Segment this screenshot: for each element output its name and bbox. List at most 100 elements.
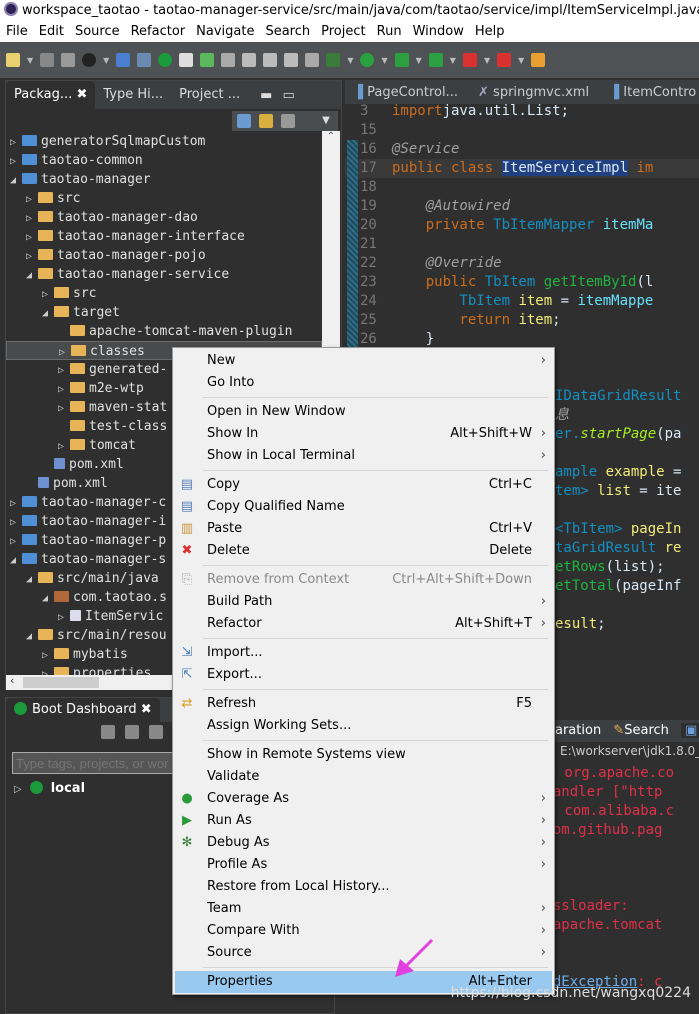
expand-arrow-icon[interactable]: ▷: [10, 152, 22, 171]
tab-boot-dashboard[interactable]: Boot Dashboard ✖: [6, 698, 160, 722]
expand-arrow-icon[interactable]: ◢: [10, 551, 22, 570]
expand-arrow-icon[interactable]: ◢: [42, 589, 54, 608]
menu-item-debug-as[interactable]: ✻ Debug As ›: [175, 832, 552, 854]
editor-tab[interactable]: ▐ ItemContro: [601, 85, 699, 100]
tree-item[interactable]: ▷ src: [6, 189, 322, 208]
tree-item[interactable]: apache-tomcat-maven-plugin: [6, 322, 322, 341]
editor-tab[interactable]: ✗ springmvc.xml: [470, 85, 601, 100]
menu-item-open-in-new-window[interactable]: Open in New Window: [175, 401, 552, 423]
view-menu-icon[interactable]: ▼: [314, 111, 338, 131]
menu-item-restore-from-local-history[interactable]: Restore from Local History...: [175, 876, 552, 898]
save-icon[interactable]: [40, 53, 55, 67]
tab-type-hierarchy[interactable]: Type Hi...: [95, 81, 171, 109]
expand-arrow-icon[interactable]: ◢: [26, 570, 38, 589]
compare-icon[interactable]: [284, 53, 299, 67]
expand-arrow-icon[interactable]: ▷: [10, 513, 22, 532]
dropdown-arrow-icon[interactable]: ▼: [381, 56, 387, 65]
menu-item-build-path[interactable]: Build Path ›: [175, 591, 552, 613]
expand-arrow-icon[interactable]: ◢: [26, 266, 38, 285]
local-target[interactable]: ▷ local: [14, 780, 85, 799]
expand-arrow-icon[interactable]: ▷: [10, 494, 22, 513]
expand-arrow-icon[interactable]: ▷: [58, 399, 70, 418]
menu-item-refresh[interactable]: ⇄ Refresh F5: [175, 693, 552, 715]
expand-arrow-icon[interactable]: ▷: [42, 285, 54, 304]
annotation-icon[interactable]: [221, 53, 236, 67]
menu-item-compare-with[interactable]: Compare With ›: [175, 920, 552, 942]
expand-arrow-icon[interactable]: ◢: [26, 627, 38, 646]
run-icon[interactable]: [360, 53, 375, 67]
menu-item-profile-as[interactable]: Profile As ›: [175, 854, 552, 876]
tree-item[interactable]: ▷ taotao-manager-pojo: [6, 246, 322, 265]
git-icon[interactable]: [263, 53, 278, 67]
console-icon[interactable]: [116, 53, 131, 67]
start-icon[interactable]: [101, 725, 115, 739]
tree-item[interactable]: ▷ src: [6, 284, 322, 303]
menu-item-show-in[interactable]: Show In Alt+Shift+W ›: [175, 423, 552, 445]
new-icon[interactable]: [6, 53, 20, 67]
menu-item-export[interactable]: ⇱ Export...: [175, 664, 552, 686]
checklist-icon[interactable]: [179, 53, 194, 67]
menu-item-go-into[interactable]: Go Into: [175, 372, 552, 394]
dropdown-arrow-icon[interactable]: ▼: [27, 56, 33, 65]
menu-item-copy-qualified-name[interactable]: ▤ Copy Qualified Name: [175, 496, 552, 518]
menu-item-remove-from-context[interactable]: ⎘ Remove from Context Ctrl+Alt+Shift+Down: [175, 569, 552, 591]
dropdown-arrow-icon[interactable]: ▼: [347, 56, 353, 65]
stop-ext-icon[interactable]: [497, 53, 512, 67]
dropdown-arrow-icon[interactable]: ▼: [450, 56, 456, 65]
marker-icon[interactable]: [242, 53, 257, 67]
tab-package-explorer[interactable]: Packag... ✖: [6, 81, 96, 109]
menu-item-paste[interactable]: ▥ Paste Ctrl+V: [175, 518, 552, 540]
menu-item-assign-working-sets[interactable]: Assign Working Sets...: [175, 715, 552, 737]
expand-arrow-icon[interactable]: ▷: [10, 133, 22, 152]
menu-item-source[interactable]: Source ›: [175, 942, 552, 964]
menu-window[interactable]: Window: [413, 24, 464, 39]
expand-arrow-icon[interactable]: ◢: [10, 171, 22, 190]
tree-item[interactable]: ▷ taotao-manager-dao: [6, 208, 322, 227]
tree-item[interactable]: ▷ taotao-manager-interface: [6, 227, 322, 246]
tree-item[interactable]: ◢ taotao-manager-service: [6, 265, 322, 284]
expand-arrow-icon[interactable]: ▷: [58, 608, 70, 627]
skip-icon[interactable]: [137, 53, 152, 67]
save-all-icon[interactable]: [61, 53, 76, 67]
tab-search[interactable]: Search: [624, 723, 669, 738]
open-type-icon[interactable]: [531, 53, 546, 67]
close-icon[interactable]: ✖: [141, 702, 152, 717]
run-server-icon[interactable]: [394, 53, 409, 67]
tree-item[interactable]: ◢ taotao-manager: [6, 170, 322, 189]
menu-source[interactable]: Source: [75, 24, 120, 39]
run-ext-icon[interactable]: [428, 53, 443, 67]
expand-arrow-icon[interactable]: ▷: [26, 209, 38, 228]
spring-icon[interactable]: [200, 53, 215, 67]
editor-tab[interactable]: ▐ PageControl...: [345, 85, 470, 100]
menu-project[interactable]: Project: [321, 24, 365, 39]
link-with-editor-icon[interactable]: [259, 114, 273, 128]
expand-arrow-icon[interactable]: ▷: [58, 361, 70, 380]
collapse-all-icon[interactable]: [237, 114, 251, 128]
expand-arrow-icon[interactable]: ◢: [42, 304, 54, 323]
dropdown-arrow-icon[interactable]: ▼: [484, 56, 490, 65]
tree-item[interactable]: ◢ target: [6, 303, 322, 322]
tab-declaration[interactable]: aration: [555, 723, 601, 738]
debug-icon[interactable]: [125, 725, 139, 739]
menu-navigate[interactable]: Navigate: [196, 24, 254, 39]
menu-item-import[interactable]: ⇲ Import...: [175, 642, 552, 664]
stop-icon[interactable]: [462, 53, 477, 67]
tree-item[interactable]: ▷ generatorSqlmapCustom: [6, 132, 322, 151]
scrollbar-thumb[interactable]: [23, 677, 99, 688]
menu-file[interactable]: File: [6, 24, 28, 39]
expand-arrow-icon[interactable]: ▷: [10, 532, 22, 551]
menu-item-show-in-local-terminal[interactable]: Show in Local Terminal ›: [175, 445, 552, 467]
close-icon[interactable]: ✖: [76, 87, 87, 102]
menu-item-delete[interactable]: ✖ Delete Delete: [175, 540, 552, 562]
menu-item-team[interactable]: Team ›: [175, 898, 552, 920]
expand-arrow-icon[interactable]: ▷: [26, 190, 38, 209]
menu-item-run-as[interactable]: ▶ Run As ›: [175, 810, 552, 832]
expand-arrow-icon[interactable]: ▷: [26, 247, 38, 266]
expand-arrow-icon[interactable]: ▷: [42, 646, 54, 665]
minimize-icon[interactable]: ▬: [260, 88, 272, 103]
tab-project-explorer[interactable]: Project ...: [171, 81, 248, 109]
menu-refactor[interactable]: Refactor: [131, 24, 186, 39]
tree-item[interactable]: ▷ taotao-common: [6, 151, 322, 170]
maximize-icon[interactable]: ▭: [282, 88, 294, 103]
menu-help[interactable]: Help: [475, 24, 505, 39]
